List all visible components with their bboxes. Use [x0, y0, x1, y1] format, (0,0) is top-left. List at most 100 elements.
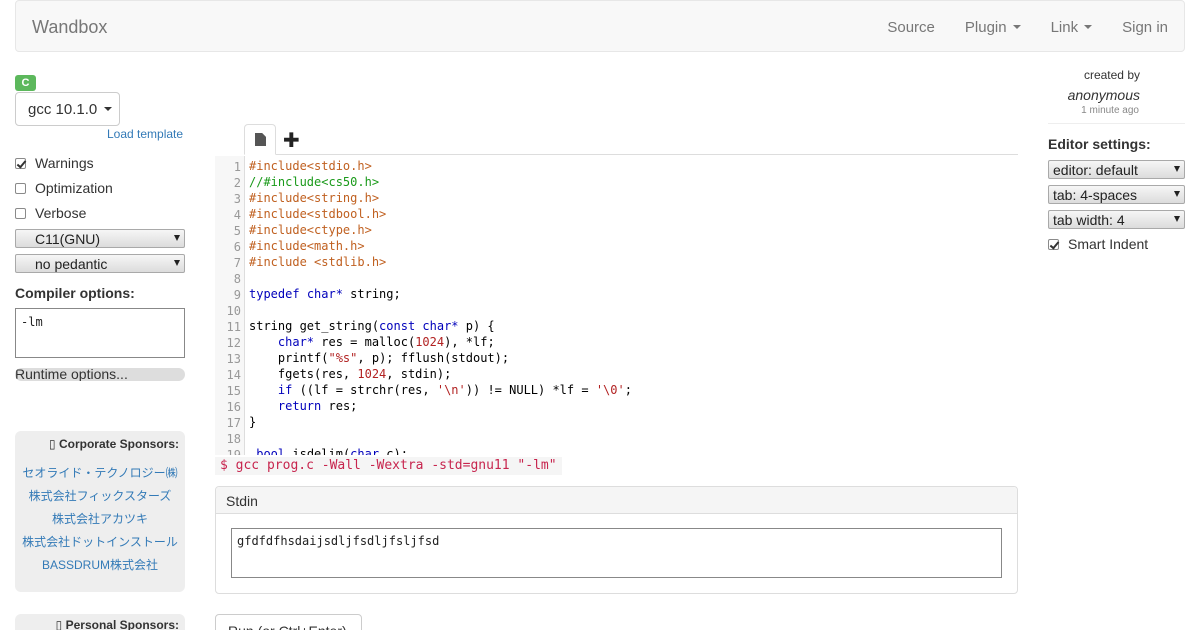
verbose-checkbox[interactable] — [15, 207, 26, 219]
author-name: anonymous — [1067, 87, 1140, 103]
code-line: typedef char* string; — [249, 286, 401, 302]
language-badge: C — [15, 75, 36, 91]
code-token: const — [379, 319, 416, 333]
runtime-options-toggle[interactable]: Runtime options... — [15, 368, 185, 381]
compiler-label: gcc 10.1.0 — [28, 100, 98, 118]
stdin-title: Stdin — [216, 487, 1017, 514]
heart-icon: ▯ — [49, 437, 56, 451]
divider — [1048, 123, 1185, 124]
code-line: #include<ctype.h> — [249, 222, 372, 238]
editor-settings-title: Editor settings: — [1048, 136, 1151, 152]
nav-sign-in-label: Sign in — [1122, 18, 1168, 36]
load-template-link[interactable]: Load template — [107, 127, 183, 141]
select-arrow-icon — [174, 235, 180, 241]
code-token: p) { — [458, 319, 495, 333]
optimization-checkbox[interactable] — [15, 182, 26, 194]
code-token: printf( — [249, 351, 329, 365]
line-number: 16 — [226, 400, 241, 414]
editor-mode-select[interactable]: editor: default — [1048, 160, 1185, 179]
tab-width-value: tab width: 4 — [1053, 211, 1125, 228]
heart-icon: ▯ — [55, 618, 63, 630]
nav-plugin-dropdown[interactable]: Plugin — [965, 19, 1021, 36]
warnings-checkbox[interactable] — [15, 157, 26, 169]
personal-sponsors-title: ▯ Personal Sponsors: — [15, 614, 185, 630]
code-token: , stdin); — [386, 367, 452, 381]
caret-down-icon — [1084, 25, 1093, 29]
code-token: string get_string( — [249, 319, 380, 333]
sponsor-link[interactable]: 株式会社ドットインストール — [15, 531, 185, 554]
code-token: 1024 — [415, 335, 445, 349]
corporate-sponsors-title-text: Corporate Sponsors: — [58, 437, 179, 451]
sponsor-link[interactable]: 株式会社アカツキ — [15, 508, 185, 531]
code-token: if — [277, 383, 293, 397]
file-icon — [255, 133, 266, 146]
created-by-label: created by — [1083, 68, 1140, 82]
code-token: res = malloc( — [314, 335, 416, 349]
editor-tab-bar: ✚ — [244, 124, 1018, 155]
line-number: 11 — [226, 320, 241, 334]
compiler-dropdown-button[interactable]: gcc 10.1.0 — [15, 92, 120, 126]
nav-link-dropdown[interactable]: Link — [1051, 19, 1093, 36]
line-number: 15 — [226, 384, 241, 398]
warnings-option[interactable]: Warnings — [15, 155, 94, 171]
nav-menu: Source Plugin Link Sign in — [857, 1, 1168, 53]
code-token: , p); fflush(stdout); — [357, 351, 510, 365]
code-line: if ((lf = strchr(res, '\n')) != NULL) *l… — [249, 382, 632, 398]
code-line: #include <stdlib.h> — [249, 254, 386, 270]
stdin-panel: Stdin gfdfdfhsdaijsdljfsdljfsljfsd — [215, 486, 1018, 594]
optimization-option[interactable]: Optimization — [15, 180, 113, 196]
std-select-value: C11(GNU) — [35, 230, 101, 247]
code-token: #include<math.h> — [249, 239, 365, 253]
std-select[interactable]: C11(GNU) — [15, 229, 185, 248]
code-token: res; — [321, 399, 358, 413]
pedantic-select[interactable]: no pedantic — [15, 254, 185, 273]
run-button[interactable]: Run (or Ctrl+Enter) — [215, 614, 362, 630]
smart-indent-option[interactable]: Smart Indent — [1048, 236, 1148, 252]
code-line: } — [249, 414, 256, 430]
stdin-textarea[interactable]: gfdfdfhsdaijsdljfsdljfsljfsd — [231, 528, 1002, 578]
smart-indent-checkbox[interactable] — [1048, 238, 1059, 250]
pedantic-select-value: no pedantic — [35, 255, 108, 272]
code-token: ), *lf; — [444, 335, 495, 349]
optimization-label: Optimization — [35, 180, 113, 196]
corporate-sponsors-title: ▯ Corporate Sponsors: — [15, 431, 185, 456]
brand-logo[interactable]: Wandbox — [32, 17, 107, 38]
tab-type-value: tab: 4-spaces — [1053, 186, 1138, 203]
sponsor-link[interactable]: 株式会社フィックスターズ — [15, 485, 185, 508]
line-number: 18 — [226, 432, 241, 446]
add-file-icon[interactable]: ✚ — [283, 128, 300, 153]
code-line: #include<stdbool.h> — [249, 206, 386, 222]
code-line: //#include<cs50.h> — [249, 174, 379, 190]
line-number: 17 — [226, 416, 241, 430]
sponsor-link[interactable]: BASSDRUM株式会社 — [15, 554, 185, 577]
line-number: 8 — [233, 272, 241, 286]
code-line: char* res = malloc(1024), *lf; — [249, 334, 495, 350]
line-number: 5 — [233, 224, 241, 238]
line-number: 14 — [226, 368, 241, 382]
code-token: char* — [277, 335, 315, 349]
nav-plugin-label: Plugin — [964, 18, 1007, 36]
verbose-option[interactable]: Verbose — [15, 205, 86, 221]
compiler-options-textarea[interactable]: -lm — [15, 308, 185, 358]
line-number: 13 — [226, 352, 241, 366]
tab-main-file[interactable] — [244, 124, 276, 155]
code-token: ; — [624, 383, 632, 397]
code-token: )) != NULL) *lf = — [465, 383, 596, 397]
code-token: fgets(res, — [249, 367, 358, 381]
select-arrow-icon — [1174, 191, 1180, 197]
compiler-options-title: Compiler options: — [15, 285, 135, 301]
code-token: char — [350, 447, 380, 455]
tab-type-select[interactable]: tab: 4-spaces — [1048, 185, 1185, 204]
nav-sign-in-link[interactable]: Sign in — [1122, 19, 1168, 36]
nav-source-link[interactable]: Source — [887, 19, 935, 36]
tab-width-select[interactable]: tab width: 4 — [1048, 210, 1185, 229]
verbose-label: Verbose — [35, 205, 87, 221]
code-token: ((lf = strchr(res, — [292, 383, 437, 397]
code-token: isdelim( — [285, 447, 351, 455]
code-line: printf("%s", p); fflush(stdout); — [249, 350, 509, 366]
sponsor-link[interactable]: セオライド・テクノロジー㈱ — [15, 462, 185, 485]
code-token: c); — [379, 447, 408, 455]
line-number: 3 — [233, 192, 241, 206]
code-editor[interactable]: 1 2 3 4 5 6 7 8 9 10 11 12 13 14 15 16 17 18 19 #include<s… — [215, 156, 1018, 455]
